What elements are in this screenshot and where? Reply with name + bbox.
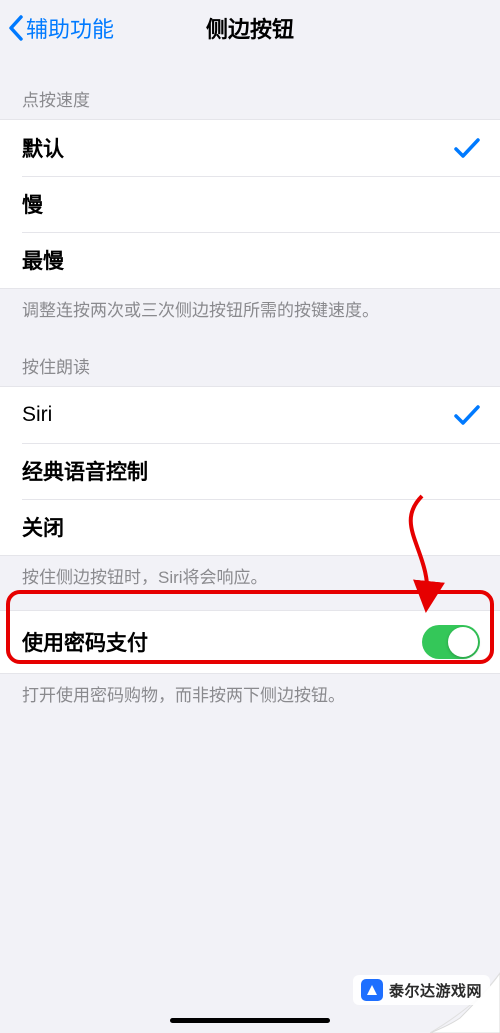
passcode-pay-list: 使用密码支付: [0, 610, 500, 674]
speed-option-slowest[interactable]: 最慢: [0, 232, 500, 288]
row-label: 关闭: [22, 512, 64, 542]
row-label: 慢: [22, 189, 43, 219]
back-label: 辅助功能: [26, 12, 114, 44]
back-button[interactable]: 辅助功能: [8, 12, 114, 44]
row-label: 经典语音控制: [22, 456, 148, 486]
section-header-hold: 按住朗读: [0, 323, 500, 386]
watermark-text: 泰尔达游戏网: [389, 980, 482, 1001]
hold-list: Siri 经典语音控制 关闭: [0, 386, 500, 556]
checkmark-icon: [454, 137, 480, 159]
row-label: 使用密码支付: [22, 627, 148, 657]
navigation-bar: 辅助功能 侧边按钮: [0, 0, 500, 56]
section-footer-hold: 按住侧边按钮时，Siri将会响应。: [0, 556, 500, 590]
speed-option-slow[interactable]: 慢: [0, 176, 500, 232]
page-title: 侧边按钮: [206, 12, 294, 44]
chevron-left-icon: [8, 15, 24, 41]
home-indicator: [170, 1018, 330, 1023]
speed-list: 默认 慢 最慢: [0, 119, 500, 289]
passcode-pay-row[interactable]: 使用密码支付: [0, 611, 500, 673]
watermark-logo-icon: [361, 979, 383, 1001]
checkmark-icon: [454, 404, 480, 426]
hold-option-siri[interactable]: Siri: [0, 387, 500, 443]
watermark: 泰尔达游戏网: [353, 975, 490, 1005]
section-footer-speed: 调整连按两次或三次侧边按钮所需的按键速度。: [0, 289, 500, 323]
hold-option-classic[interactable]: 经典语音控制: [0, 443, 500, 499]
passcode-pay-toggle[interactable]: [422, 625, 480, 659]
section-footer-passcode: 打开使用密码购物，而非按两下侧边按钮。: [0, 674, 500, 708]
section-header-speed: 点按速度: [0, 56, 500, 119]
hold-option-off[interactable]: 关闭: [0, 499, 500, 555]
row-label: Siri: [22, 403, 52, 427]
row-label: 最慢: [22, 245, 64, 275]
speed-option-default[interactable]: 默认: [0, 120, 500, 176]
row-label: 默认: [22, 133, 64, 163]
